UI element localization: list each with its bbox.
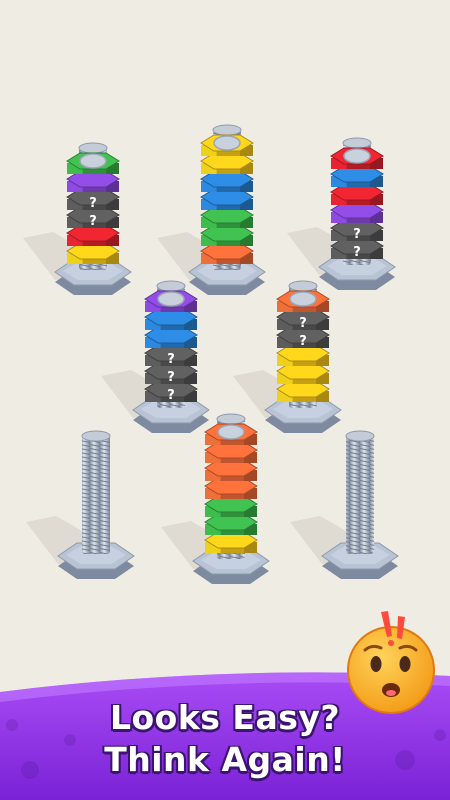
nut[interactable]: ? bbox=[144, 344, 198, 367]
bolt-stack[interactable]: ?? bbox=[23, 142, 132, 295]
bolt-stack[interactable] bbox=[157, 124, 266, 295]
bolt-stack[interactable]: ?? bbox=[233, 280, 342, 433]
nut[interactable] bbox=[66, 242, 120, 264]
nut[interactable] bbox=[144, 326, 198, 348]
bolt-stack[interactable]: ??? bbox=[101, 280, 210, 433]
bolt-stack[interactable] bbox=[161, 413, 270, 584]
nut[interactable] bbox=[204, 477, 258, 499]
bolt-stack[interactable]: ?? bbox=[287, 137, 396, 290]
nut[interactable] bbox=[204, 459, 258, 481]
nut[interactable] bbox=[204, 531, 258, 553]
hidden-nut-mark: ? bbox=[353, 227, 361, 242]
nut[interactable] bbox=[66, 170, 120, 192]
hidden-nut-mark: ? bbox=[299, 334, 307, 349]
hidden-nut-mark: ? bbox=[167, 352, 175, 367]
nut[interactable]: ? bbox=[276, 308, 330, 331]
bolt-stack[interactable] bbox=[26, 430, 135, 579]
nut[interactable]: ? bbox=[330, 219, 384, 242]
nut[interactable] bbox=[200, 242, 254, 264]
hidden-nut-mark: ? bbox=[89, 196, 97, 211]
tagline-line-1: Looks Easy? bbox=[109, 698, 341, 737]
nut[interactable] bbox=[330, 201, 384, 223]
hidden-nut-mark: ? bbox=[89, 214, 97, 229]
nut[interactable] bbox=[204, 441, 258, 463]
nut[interactable]: ? bbox=[66, 188, 120, 211]
nut[interactable] bbox=[330, 183, 384, 205]
tagline-line-2: Think Again! bbox=[104, 740, 346, 779]
game-board: ????????? bbox=[0, 124, 450, 800]
nut[interactable] bbox=[330, 165, 384, 187]
bolt-stack[interactable] bbox=[290, 430, 399, 579]
nut[interactable] bbox=[144, 308, 198, 330]
nut[interactable] bbox=[204, 513, 258, 535]
nut[interactable] bbox=[200, 188, 254, 210]
hidden-nut-mark: ? bbox=[353, 245, 361, 260]
nut[interactable] bbox=[200, 170, 254, 192]
hidden-nut-mark: ? bbox=[167, 388, 175, 403]
nut[interactable] bbox=[276, 380, 330, 402]
nut[interactable] bbox=[204, 495, 258, 517]
hidden-nut-mark: ? bbox=[299, 316, 307, 331]
nut[interactable] bbox=[200, 224, 254, 246]
nut[interactable] bbox=[200, 152, 254, 174]
nut[interactable] bbox=[200, 206, 254, 228]
nut[interactable] bbox=[276, 362, 330, 384]
hidden-nut-mark: ? bbox=[167, 370, 175, 385]
